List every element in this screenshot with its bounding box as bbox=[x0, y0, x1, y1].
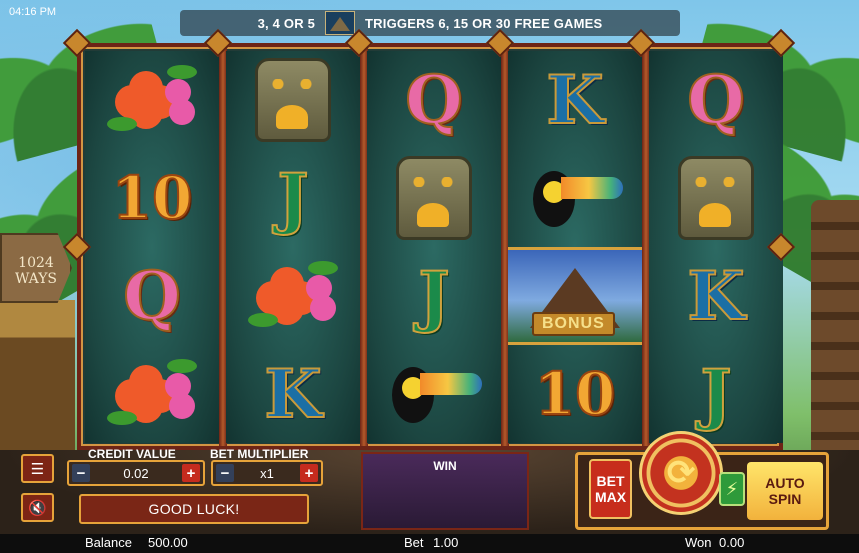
reel-1: 10 Q bbox=[85, 51, 219, 443]
bet-multiplier-decrease-button[interactable]: − bbox=[216, 464, 234, 482]
clock: 04:16 PM bbox=[9, 6, 57, 18]
symbol-text: J bbox=[699, 355, 732, 433]
sound-button[interactable]: 🔇 bbox=[21, 493, 54, 522]
lightning-icon: ⚡ bbox=[725, 478, 739, 499]
bet-label: Bet bbox=[404, 535, 424, 550]
toucan-icon bbox=[367, 345, 501, 443]
ways-sign: 1024 WAYS bbox=[0, 233, 72, 303]
balance-label: Balance bbox=[85, 535, 132, 550]
status-bar: Balance 500.00 Bet 1.00 Won 0.00 bbox=[0, 534, 859, 553]
toucan-icon bbox=[508, 149, 642, 247]
ways-label: WAYS bbox=[14, 271, 58, 287]
free-games-text: TRIGGERS 6, 15 OR 30 FREE GAMES bbox=[365, 15, 603, 31]
reel-4: K BONUS 10 bbox=[508, 51, 642, 443]
reel-3: QJ bbox=[367, 51, 501, 443]
mute-icon: 🔇 bbox=[28, 499, 47, 517]
win-label: WIN bbox=[433, 459, 457, 473]
bet-multiplier-value: x1 bbox=[260, 465, 274, 481]
symbol-text: K bbox=[545, 61, 604, 139]
symbol-k: K bbox=[226, 345, 360, 443]
symbol-j: J bbox=[649, 345, 783, 443]
turbo-button[interactable]: ⚡ bbox=[719, 472, 745, 506]
tiki-mask-icon bbox=[367, 149, 501, 247]
symbol-text: Q bbox=[404, 61, 463, 139]
reel-2: JK bbox=[226, 51, 360, 443]
symbol-text: 10 bbox=[111, 164, 194, 232]
spin-button[interactable]: ⟳ bbox=[639, 431, 723, 515]
symbol-j: J bbox=[226, 149, 360, 247]
message-text: GOOD LUCK! bbox=[148, 501, 240, 517]
credit-value-stepper: − 0.02 + bbox=[67, 460, 205, 486]
pyramid-icon bbox=[325, 11, 356, 35]
won-label: Won bbox=[685, 535, 712, 550]
symbol-text: K bbox=[263, 355, 322, 433]
won-value: 0.00 bbox=[719, 535, 745, 550]
credit-value-decrease-button[interactable]: − bbox=[72, 464, 90, 482]
symbol-text: K bbox=[686, 257, 745, 335]
tiki-totem bbox=[811, 200, 859, 450]
tiki-mask-icon bbox=[226, 51, 360, 149]
bet-max-label-line2: MAX bbox=[594, 489, 627, 505]
hibiscus-icon bbox=[226, 247, 360, 345]
symbol-text: J bbox=[417, 257, 450, 335]
symbol-10: 10 bbox=[508, 345, 642, 443]
reel-5: Q KJ bbox=[649, 51, 783, 443]
auto-spin-label-line2: SPIN bbox=[768, 491, 802, 507]
symbol-text: Q bbox=[686, 61, 745, 139]
auto-spin-label-line1: AUTO bbox=[765, 475, 805, 491]
bet-multiplier-label: BET MULTIPLIER bbox=[210, 447, 309, 461]
hibiscus-icon bbox=[85, 345, 219, 443]
reel-frame: 10 Q J K Q J K BONUS 10 Q K J bbox=[62, 28, 796, 450]
message-box: GOOD LUCK! bbox=[79, 494, 309, 524]
tiki-mask-icon bbox=[649, 149, 783, 247]
symbol-q: Q bbox=[367, 51, 501, 149]
bet-multiplier-increase-button[interactable]: + bbox=[300, 464, 318, 482]
auto-spin-button[interactable]: AUTO SPIN bbox=[747, 462, 823, 520]
bonus-label: BONUS bbox=[532, 312, 615, 336]
symbol-10: 10 bbox=[85, 149, 219, 247]
bet-multiplier-stepper: − x1 + bbox=[211, 460, 323, 486]
scatter-count-text: 3, 4 OR 5 bbox=[257, 15, 316, 31]
bet-max-label-line1: BET bbox=[596, 473, 625, 489]
menu-button[interactable]: ☰ bbox=[21, 454, 54, 483]
beach-hut bbox=[0, 300, 75, 450]
symbol-j: J bbox=[367, 247, 501, 345]
symbol-k: K bbox=[649, 247, 783, 345]
hibiscus-icon bbox=[85, 51, 219, 149]
bonus-volcano-icon: BONUS bbox=[508, 247, 642, 345]
win-display: WIN bbox=[361, 452, 529, 530]
symbol-text: J bbox=[276, 159, 309, 237]
credit-value: 0.02 bbox=[123, 465, 149, 481]
spin-arrows-icon: ⟳ bbox=[666, 454, 696, 492]
symbol-q: Q bbox=[85, 247, 219, 345]
balance-value: 500.00 bbox=[148, 535, 188, 550]
hamburger-icon: ☰ bbox=[30, 460, 45, 478]
free-games-banner: 3, 4 OR 5 TRIGGERS 6, 15 OR 30 FREE GAME… bbox=[180, 10, 680, 36]
bet-max-button[interactable]: BET MAX bbox=[589, 459, 632, 519]
symbol-text: 10 bbox=[534, 360, 617, 428]
bet-value: 1.00 bbox=[433, 535, 459, 550]
ways-count: 1024 bbox=[18, 255, 54, 271]
symbol-k: K bbox=[508, 51, 642, 149]
credit-value-increase-button[interactable]: + bbox=[182, 464, 200, 482]
credit-value-label: CREDIT VALUE bbox=[88, 447, 176, 461]
symbol-text: Q bbox=[122, 257, 181, 335]
symbol-q: Q bbox=[649, 51, 783, 149]
